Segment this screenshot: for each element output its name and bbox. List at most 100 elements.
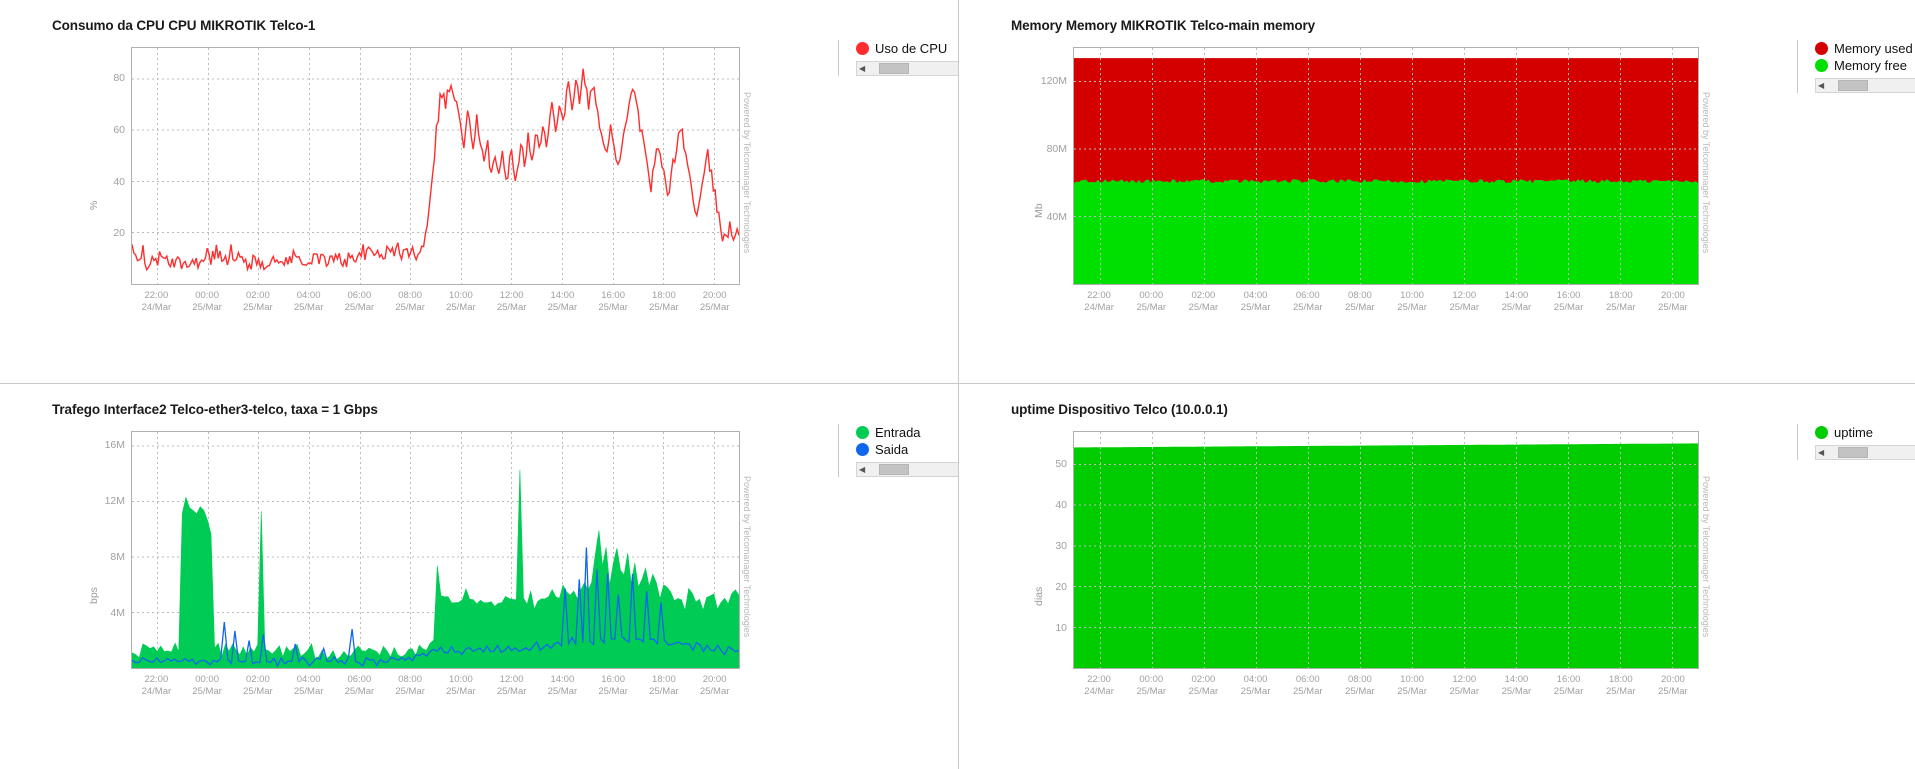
x-tick-date: 25/Mar	[1449, 301, 1480, 313]
scroll-thumb[interactable]	[1838, 80, 1868, 91]
watermark-memory: Powered by Telcomanager Technologies	[1701, 92, 1711, 254]
x-tick-time: 18:00	[1608, 674, 1633, 685]
x-tick-date: 25/Mar	[496, 685, 527, 697]
plot-area-uptime	[1073, 431, 1699, 669]
x-axis-tick: 08:00 25/Mar	[1345, 290, 1375, 313]
x-axis-tick: 06:00 25/Mar	[345, 674, 375, 697]
legend-item[interactable]: Uso de CPU	[856, 40, 958, 57]
x-axis-tick: 08:00 25/Mar	[1345, 674, 1375, 697]
x-axis-tick: 14:00 25/Mar	[548, 290, 578, 313]
x-tick-date: 25/Mar	[243, 685, 273, 697]
y-axis-tick: 10	[1055, 621, 1067, 634]
x-axis-tick: 10:00 25/Mar	[446, 290, 476, 313]
x-tick-time: 02:00	[1191, 674, 1216, 685]
scroll-thumb[interactable]	[1838, 447, 1868, 458]
x-tick-date: 25/Mar	[192, 685, 222, 697]
y-axis-tick: 4M	[110, 607, 125, 619]
legend-scrollbar-traffic[interactable]: ◀ ▶	[856, 462, 958, 477]
x-axis-tick: 20:00 25/Mar	[1658, 674, 1688, 697]
x-tick-time: 16:00	[1556, 674, 1581, 685]
legend-item[interactable]: Memory free	[1815, 57, 1915, 74]
legend-scrollbar-memory[interactable]: ◀ ▶	[1815, 78, 1915, 93]
panel-memory: Memory Memory MIKROTIK Telco-main memory…	[959, 0, 1915, 384]
x-axis-tick: 02:00 25/Mar	[243, 290, 273, 313]
graph-uptime: dias 10 20 30 40 50 22:00 24/Mar 00:00 25/Mar 02…	[959, 424, 1749, 754]
legend-item[interactable]: Entrada	[856, 424, 958, 441]
legend-item[interactable]: Saida	[856, 441, 958, 458]
x-tick-date: 25/Mar	[598, 685, 628, 697]
legend-dot-icon	[856, 443, 869, 456]
panel-divider	[838, 40, 839, 76]
chart-canvas	[132, 432, 739, 668]
y-axis-tick: 20	[113, 227, 125, 240]
x-tick-date: 25/Mar	[1188, 685, 1219, 697]
scroll-left-arrow-icon[interactable]: ◀	[859, 465, 865, 474]
panel-cpu: Consumo da CPU CPU MIKROTIK Telco-1 % 20…	[0, 0, 959, 384]
x-axis-tick: 16:00 25/Mar	[598, 674, 628, 697]
x-tick-date: 25/Mar	[699, 301, 730, 313]
y-axis-tick: 30	[1055, 539, 1067, 552]
y-axis-tick: 80M	[1046, 143, 1067, 155]
x-tick-date: 25/Mar	[1240, 301, 1271, 313]
y-axis-tick: 120M	[1040, 75, 1067, 87]
x-tick-time: 00:00	[195, 290, 220, 301]
y-axis-label-traffic: bps	[88, 587, 100, 604]
x-tick-time: 06:00	[1295, 290, 1320, 301]
x-tick-date: 25/Mar	[1449, 685, 1480, 697]
watermark-uptime: Powered by Telcomanager Technologies	[1701, 476, 1711, 638]
x-tick-time: 00:00	[1139, 290, 1164, 301]
x-tick-date: 24/Mar	[1084, 685, 1114, 697]
x-axis-tick: 02:00 25/Mar	[1189, 674, 1219, 697]
x-axis-tick: 02:00 25/Mar	[1189, 290, 1219, 313]
x-axis-tick: 16:00 25/Mar	[1554, 290, 1584, 313]
scroll-left-arrow-icon[interactable]: ◀	[859, 64, 865, 73]
legend-traffic: Entrada Saida ◀ ▶	[838, 424, 958, 477]
x-axis-tick: 18:00 25/Mar	[649, 290, 679, 313]
watermark-cpu: Powered by Telcomanager Technologies	[742, 92, 752, 254]
x-axis-tick: 10:00 25/Mar	[446, 674, 476, 697]
x-axis-tick: 08:00 25/Mar	[395, 674, 425, 697]
x-tick-time: 14:00	[550, 290, 575, 301]
x-axis-tick: 12:00 25/Mar	[1449, 674, 1479, 697]
x-tick-date: 25/Mar	[1345, 685, 1375, 697]
x-tick-date: 25/Mar	[1501, 685, 1532, 697]
x-axis-tick: 20:00 25/Mar	[1658, 290, 1688, 313]
x-tick-date: 25/Mar	[1397, 685, 1427, 697]
scroll-thumb[interactable]	[879, 464, 909, 475]
legend-scrollbar-uptime[interactable]: ◀ ▶	[1815, 445, 1915, 460]
x-axis-tick: 02:00 25/Mar	[243, 674, 273, 697]
x-tick-time: 10:00	[1400, 674, 1424, 685]
scroll-left-arrow-icon[interactable]: ◀	[1818, 448, 1824, 457]
x-tick-time: 14:00	[1504, 674, 1529, 685]
y-axis-tick: 40M	[1046, 211, 1067, 223]
graph-traffic: bps 4M 8M 12M 16M 22:00 24/Mar 00:00 25/Mar 02:…	[0, 424, 790, 754]
legend-item[interactable]: uptime	[1815, 424, 1915, 441]
x-tick-date: 25/Mar	[1501, 301, 1532, 313]
y-axis-label-cpu: %	[88, 200, 100, 210]
legend-item[interactable]: Memory used	[1815, 40, 1915, 57]
y-axis-tick: 12M	[104, 495, 125, 507]
x-tick-date: 25/Mar	[1605, 301, 1636, 313]
x-axis-tick: 20:00 25/Mar	[700, 290, 730, 313]
x-tick-date: 25/Mar	[598, 301, 628, 313]
x-tick-time: 04:00	[1243, 674, 1268, 685]
x-tick-date: 25/Mar	[1345, 301, 1375, 313]
plot-area-traffic	[131, 431, 740, 669]
x-axis-tick: 08:00 25/Mar	[395, 290, 425, 313]
graph-cpu: % 20 40 60 80 22:00 24/Mar 00:00 25/Mar 02:00 25…	[0, 40, 790, 370]
scroll-thumb[interactable]	[879, 63, 909, 74]
x-tick-date: 25/Mar	[699, 685, 730, 697]
x-axis-tick: 00:00 25/Mar	[192, 290, 222, 313]
legend-dot-icon	[856, 426, 869, 439]
x-axis-tick: 12:00 25/Mar	[497, 290, 527, 313]
x-tick-date: 25/Mar	[344, 301, 375, 313]
x-tick-time: 22:00	[1087, 290, 1111, 301]
x-axis-tick: 16:00 25/Mar	[598, 290, 628, 313]
x-axis-tick: 10:00 25/Mar	[1397, 674, 1427, 697]
panel-uptime: uptime Dispositivo Telco (10.0.0.1) dias…	[959, 384, 1915, 769]
x-tick-time: 20:00	[702, 674, 727, 685]
legend-cpu: Uso de CPU ◀ ▶	[838, 40, 958, 76]
legend-scrollbar-cpu[interactable]: ◀ ▶	[856, 61, 958, 76]
x-tick-time: 20:00	[702, 290, 727, 301]
scroll-left-arrow-icon[interactable]: ◀	[1818, 81, 1824, 90]
